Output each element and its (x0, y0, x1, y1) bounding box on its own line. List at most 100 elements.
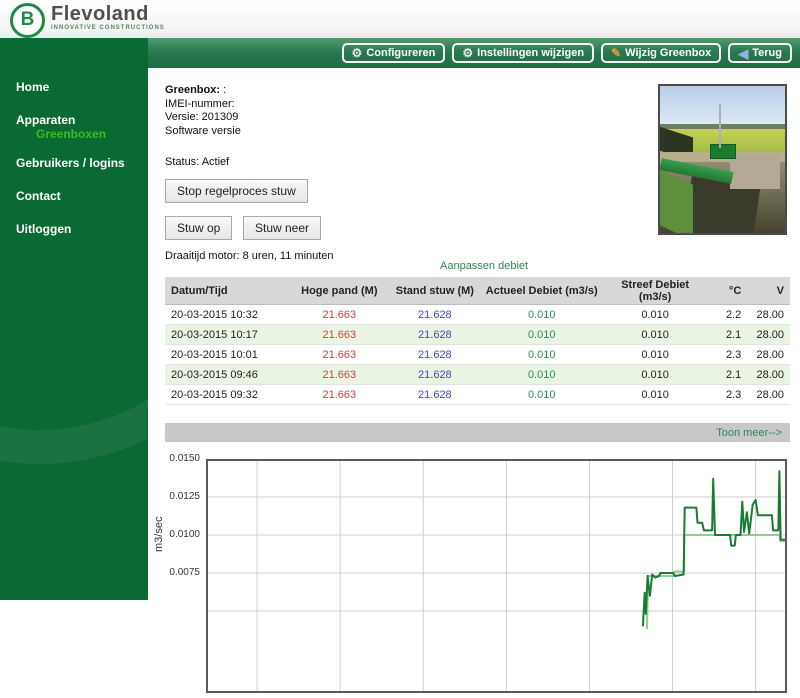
imei-line: IMEI-nummer: (165, 98, 241, 112)
sidebar-item-apparaten[interactable]: Apparaten (16, 113, 75, 127)
table-cell: 21.628 (388, 305, 481, 325)
wijzig-greenbox-button[interactable]: ✎ Wijzig Greenbox (601, 43, 721, 63)
chart-y-axis-label: m3/sec (153, 517, 165, 552)
table-cell: 20-03-2015 10:17 (165, 325, 290, 345)
sidebar-item-home[interactable]: Home (16, 80, 49, 94)
table-cell: 21.663 (290, 325, 388, 345)
header: B Flevoland INNOVATIVE CONSTRUCTIONS (0, 0, 800, 38)
table-cell: 20-03-2015 10:32 (165, 305, 290, 325)
y-axis-tick-label: 0.0150 (160, 453, 200, 464)
sidebar-item-gebruikers[interactable]: Gebruikers / logins (16, 156, 125, 170)
table-cell: 2.1 (708, 325, 744, 345)
pencil-icon: ✎ (611, 47, 621, 59)
table-cell: 28.00 (744, 385, 790, 405)
column-header: Actueel Debiet (m3/s) (482, 277, 602, 305)
table-cell: 2.2 (708, 305, 744, 325)
column-header: Datum/Tijd (165, 277, 290, 305)
table-cell: 0.010 (482, 365, 602, 385)
brand-subtitle: INNOVATIVE CONSTRUCTIONS (51, 25, 165, 31)
column-header: Streef Debiet (m3/s) (602, 277, 708, 305)
table-cell: 21.663 (290, 345, 388, 365)
table-cell: 21.663 (290, 305, 388, 325)
table-cell: 0.010 (602, 385, 708, 405)
back-icon: ◀ (738, 47, 748, 60)
configureren-label: Configureren (366, 47, 435, 59)
gear-icon: ⚙ (462, 47, 473, 59)
y-axis-tick-label: 0.0075 (160, 567, 200, 578)
logo-letter: B (21, 10, 35, 29)
table-row: 20-03-2015 09:3221.66321.6280.0100.0102.… (165, 385, 790, 405)
table-cell: 0.010 (602, 365, 708, 385)
toon-meer-link[interactable]: Toon meer--> (716, 427, 782, 439)
aanpassen-debiet-link[interactable]: Aanpassen debiet (440, 260, 528, 272)
device-info: Greenbox: : IMEI-nummer: Versie: 201309 … (165, 84, 241, 138)
page: { "brand": { "name": "Flevoland", "subti… (0, 0, 800, 600)
table-cell: 21.663 (290, 385, 388, 405)
stuw-op-button[interactable]: Stuw op (165, 216, 232, 240)
stuw-neer-button[interactable]: Stuw neer (243, 216, 321, 240)
terug-label: Terug (752, 47, 782, 59)
brand-name: Flevoland (51, 3, 165, 25)
table-cell: 21.628 (388, 345, 481, 365)
sidebar: Home Apparaten Greenboxen Gebruikers / l… (0, 38, 148, 600)
table-cell: 20-03-2015 09:46 (165, 365, 290, 385)
y-axis-tick-label: 0.0100 (160, 529, 200, 540)
site-photo (658, 84, 787, 235)
column-header: Hoge pand (M) (290, 277, 388, 305)
flow-chart (206, 459, 787, 693)
photo-pole (719, 104, 721, 148)
table-cell: 28.00 (744, 345, 790, 365)
column-header: Stand stuw (M) (388, 277, 481, 305)
table-row: 20-03-2015 10:3221.66321.6280.0100.0102.… (165, 305, 790, 325)
table-footer: Toon meer--> (165, 423, 790, 442)
table-cell: 0.010 (602, 305, 708, 325)
table-cell: 21.628 (388, 385, 481, 405)
table-cell: 28.00 (744, 325, 790, 345)
table-cell: 28.00 (744, 365, 790, 385)
table-cell: 0.010 (482, 345, 602, 365)
logo-watermark (0, 38, 148, 464)
gear-icon: ⚙ (352, 47, 363, 59)
table-cell: 0.010 (482, 325, 602, 345)
table-cell: 20-03-2015 09:32 (165, 385, 290, 405)
instellingen-label: Instellingen wijzigen (477, 47, 584, 59)
configureren-button[interactable]: ⚙ Configureren (342, 43, 446, 63)
software-line: Software versie (165, 125, 241, 139)
stop-regelproces-button[interactable]: Stop regelproces stuw (165, 179, 308, 203)
photo-sky (660, 86, 785, 126)
measurements-table: Datum/TijdHoge pand (M)Stand stuw (M)Act… (165, 277, 790, 405)
status-line: Status: Actief (165, 156, 229, 168)
wijzig-greenbox-label: Wijzig Greenbox (625, 47, 711, 59)
table-cell: 21.628 (388, 365, 481, 385)
toolbar: ⚙ Configureren ⚙ Instellingen wijzigen ✎… (148, 38, 800, 68)
table-cell: 0.010 (602, 325, 708, 345)
flow-chart-svg (206, 459, 787, 693)
table-row: 20-03-2015 10:0121.66321.6280.0100.0102.… (165, 345, 790, 365)
table-cell: 21.663 (290, 365, 388, 385)
table-row: 20-03-2015 10:1721.66321.6280.0100.0102.… (165, 325, 790, 345)
table-cell: 21.628 (388, 325, 481, 345)
table-cell: 0.010 (482, 385, 602, 405)
sidebar-item-contact[interactable]: Contact (16, 189, 61, 203)
table-cell: 20-03-2015 10:01 (165, 345, 290, 365)
logo-circle-icon: B (10, 3, 45, 38)
column-header: °C (708, 277, 744, 305)
terug-button[interactable]: ◀ Terug (728, 43, 792, 63)
table-cell: 2.3 (708, 345, 744, 365)
table-cell: 0.010 (482, 305, 602, 325)
table-cell: 0.010 (602, 345, 708, 365)
table-cell: 2.3 (708, 385, 744, 405)
table-header-row: Datum/TijdHoge pand (M)Stand stuw (M)Act… (165, 277, 790, 305)
runtime-text: Draaitijd motor: 8 uren, 11 minuten (165, 250, 334, 262)
sidebar-item-greenboxen[interactable]: Greenboxen (36, 127, 106, 141)
y-axis-tick-label: 0.0125 (160, 491, 200, 502)
table-cell: 2.1 (708, 365, 744, 385)
sidebar-item-uitloggen[interactable]: Uitloggen (16, 222, 71, 236)
photo-concrete-weir (730, 154, 780, 189)
table-row: 20-03-2015 09:4621.66321.6280.0100.0102.… (165, 365, 790, 385)
table-cell: 28.00 (744, 305, 790, 325)
brand-logo: B Flevoland INNOVATIVE CONSTRUCTIONS (10, 3, 165, 38)
instellingen-wijzigen-button[interactable]: ⚙ Instellingen wijzigen (452, 43, 594, 63)
photo-greenbox-device (710, 144, 736, 159)
column-header: V (744, 277, 790, 305)
